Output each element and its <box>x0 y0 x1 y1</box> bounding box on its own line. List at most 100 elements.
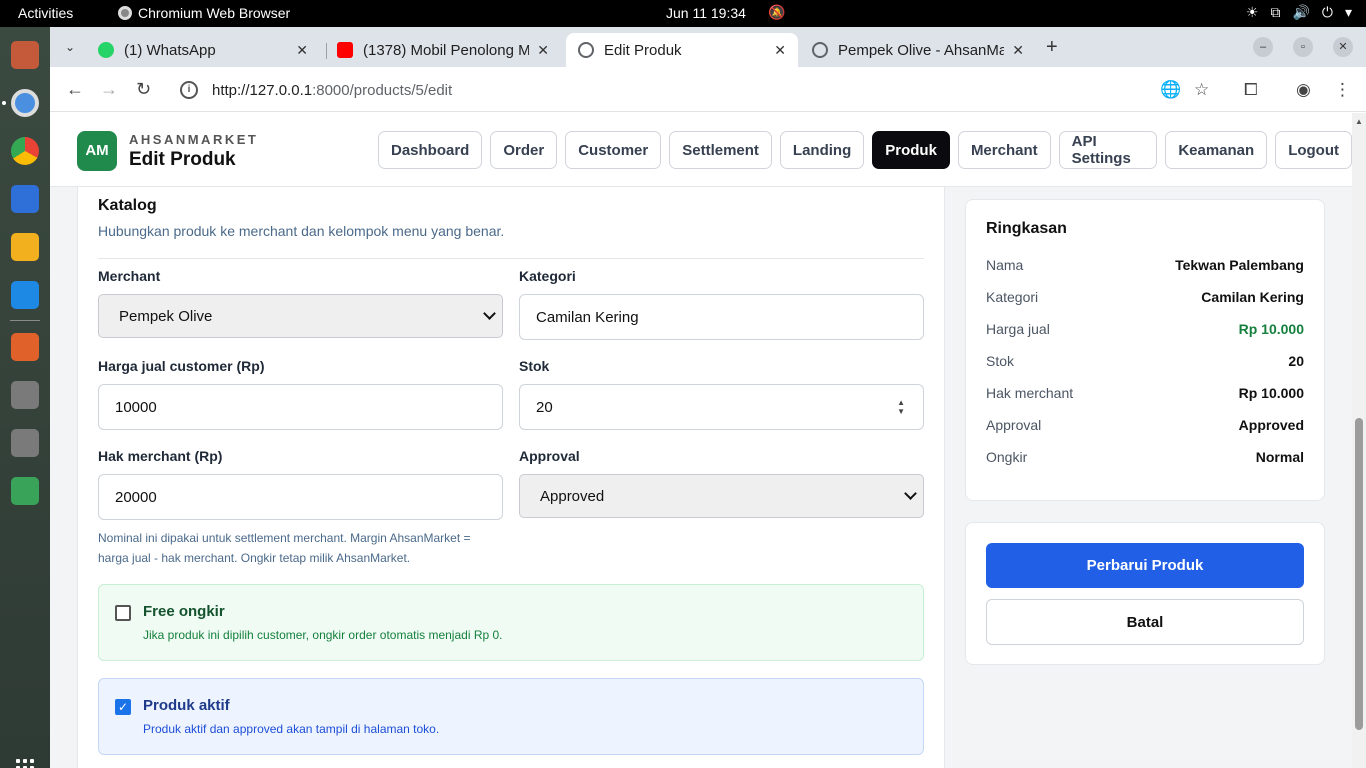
kategori-input-value: Camilan Kering <box>536 308 639 326</box>
vscode-icon[interactable] <box>11 281 39 309</box>
chromium-dock-icon[interactable] <box>11 89 39 117</box>
hak-input-value: 20000 <box>115 488 157 506</box>
nav-customer[interactable]: Customer <box>565 131 662 169</box>
harga-input[interactable]: 10000 <box>98 384 503 430</box>
close-icon[interactable]: ✕ <box>1012 42 1024 59</box>
nav-produk[interactable]: Produk <box>872 131 950 169</box>
free-ongkir-title: Free ongkir <box>143 603 225 620</box>
nav-landing[interactable]: Landing <box>779 131 865 169</box>
summary-key: Stok <box>986 353 1015 369</box>
merchant-select[interactable]: Pempek Olive <box>98 294 503 338</box>
summary-price: Rp 10.000 <box>1238 321 1304 337</box>
profile-icon[interactable]: ◉ <box>1296 80 1311 100</box>
tab-search-icon[interactable]: ⌄ <box>60 37 80 57</box>
harga-label: Harga jual customer (Rp) <box>98 358 265 374</box>
translate-icon[interactable]: 🌐 <box>1160 80 1181 100</box>
close-icon[interactable]: ✕ <box>296 42 308 59</box>
summary-row: Ongkir Normal <box>986 449 1304 469</box>
writer-icon[interactable] <box>11 185 39 213</box>
activities-button[interactable]: Activities <box>18 5 73 21</box>
back-icon[interactable]: ← <box>66 79 84 100</box>
url-host: http://127.0.0.1 <box>212 81 313 99</box>
maximize-icon[interactable]: ▫ <box>1293 37 1313 57</box>
page-scrollbar[interactable]: ▲ <box>1352 113 1366 768</box>
app-menu[interactable]: Chromium Web Browser <box>118 5 290 21</box>
bookmark-star-icon[interactable]: ☆ <box>1194 80 1209 100</box>
nav-keamanan[interactable]: Keamanan <box>1165 131 1268 169</box>
scrollbar-thumb[interactable] <box>1355 418 1363 730</box>
site-info-icon[interactable]: i <box>180 81 198 99</box>
extensions-icon[interactable]: ⧠ <box>1244 80 1258 100</box>
margin-hint: Nominal ini dipakai untuk settlement mer… <box>98 528 498 568</box>
nav-order[interactable]: Order <box>490 131 558 169</box>
nav-api-settings[interactable]: API Settings <box>1058 131 1158 169</box>
summary-key: Approval <box>986 417 1042 433</box>
cancel-button[interactable]: Batal <box>986 599 1304 645</box>
tab-title: (1) WhatsApp <box>124 41 216 59</box>
clock[interactable]: Jun 11 19:34 <box>666 5 746 21</box>
system-tray[interactable]: ☀ ⧉ 🔊 ⏻ ▾ <box>1246 4 1352 21</box>
volume-icon: 🔊 <box>1292 4 1310 20</box>
nav-merchant[interactable]: Merchant <box>957 131 1051 169</box>
summary-key: Kategori <box>986 289 1039 305</box>
nav-dashboard[interactable]: Dashboard <box>378 131 483 169</box>
approval-select[interactable]: Approved <box>519 474 924 518</box>
scroll-up-icon[interactable]: ▲ <box>1355 117 1363 126</box>
chromium-icon <box>118 6 132 20</box>
tab-whatsapp[interactable]: (1) WhatsApp ✕ <box>86 33 320 67</box>
chrome-icon[interactable] <box>11 137 39 165</box>
free-ongkir-checkbox[interactable] <box>115 605 131 621</box>
hak-merchant-input[interactable]: 20000 <box>98 474 503 520</box>
files-icon[interactable] <box>11 41 39 69</box>
drive-icon[interactable] <box>11 429 39 457</box>
summary-row: Kategori Camilan Kering <box>986 289 1304 309</box>
update-product-button[interactable]: Perbarui Produk <box>986 543 1304 588</box>
reload-icon[interactable]: ↻ <box>136 79 151 100</box>
kategori-input[interactable]: Camilan Kering <box>519 294 924 340</box>
summary-key: Harga jual <box>986 321 1050 337</box>
youtube-icon <box>337 42 353 58</box>
stepper-icon[interactable]: ▲ ▼ <box>897 398 905 416</box>
calculator-icon[interactable] <box>11 233 39 261</box>
tab-strip: ⌄ (1) WhatsApp ✕ (1378) Mobil Penolong M… <box>50 27 1366 67</box>
summary-key: Ongkir <box>986 449 1028 465</box>
globe-icon <box>812 42 828 58</box>
tab-pempek-olive[interactable]: Pempek Olive - AhsanMa ✕ <box>800 33 1036 67</box>
summary-value: 20 <box>1288 353 1304 369</box>
merchant-select-value: Pempek Olive <box>119 307 213 325</box>
impress-icon[interactable] <box>11 333 39 361</box>
logo: AM <box>77 131 117 171</box>
kategori-label: Kategori <box>519 268 576 284</box>
drive-icon[interactable] <box>11 381 39 409</box>
whatsapp-icon <box>98 42 114 58</box>
brightness-icon: ☀ <box>1245 4 1259 20</box>
new-tab-icon[interactable]: + <box>1046 36 1058 59</box>
nav-settlement[interactable]: Settlement <box>669 131 772 169</box>
tab-youtube[interactable]: (1378) Mobil Penolong M ✕ <box>325 33 561 67</box>
summary-value: Camilan Kering <box>1201 289 1304 305</box>
notifications-off-icon[interactable]: 🔕 <box>768 4 785 21</box>
address-bar[interactable]: i http://127.0.0.1:8000/products/5/edit <box>170 74 1280 106</box>
chevron-down-icon: ▾ <box>1344 4 1352 20</box>
hak-label: Hak merchant (Rp) <box>98 448 223 464</box>
close-icon[interactable]: ✕ <box>774 42 786 59</box>
produk-aktif-desc: Produk aktif dan approved akan tampil di… <box>143 722 440 736</box>
hint-line: harga jual - hak merchant. Ongkir tetap … <box>98 551 411 565</box>
show-apps-icon[interactable] <box>16 759 34 768</box>
close-window-icon[interactable]: ✕ <box>1333 37 1353 57</box>
nav-logout[interactable]: Logout <box>1275 131 1352 169</box>
chevron-down-icon <box>483 307 496 320</box>
merchant-label: Merchant <box>98 268 161 284</box>
trash-icon[interactable] <box>11 477 39 505</box>
close-icon[interactable]: ✕ <box>537 42 549 59</box>
page-viewport: Katalog Hubungkan produk ke merchant dan… <box>50 113 1366 768</box>
url-path: :8000/products/5/edit <box>312 81 453 99</box>
summary-value: Normal <box>1255 449 1304 465</box>
menu-icon[interactable]: ⋮ <box>1334 80 1351 100</box>
summary-row: Harga jual Rp 10.000 <box>986 321 1304 341</box>
minimize-icon[interactable]: – <box>1253 37 1273 57</box>
produk-aktif-checkbox[interactable]: ✓ <box>115 699 131 715</box>
stok-input[interactable]: 20 ▲ ▼ <box>519 384 924 430</box>
tab-edit-produk[interactable]: Edit Produk ✕ <box>566 33 798 67</box>
forward-icon[interactable]: → <box>100 79 118 100</box>
